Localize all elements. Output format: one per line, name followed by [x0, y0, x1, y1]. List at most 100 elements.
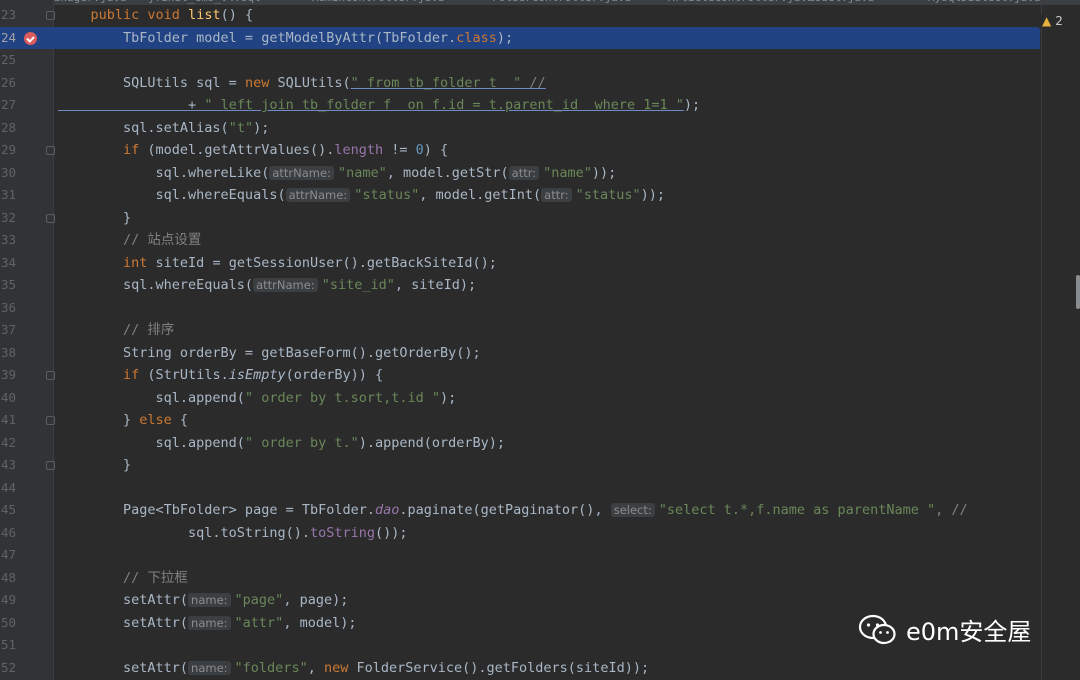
warning-count: 2	[1055, 14, 1063, 28]
parameter-hint: name:	[188, 593, 231, 607]
code-token: "page"	[234, 592, 284, 608]
code-line[interactable]: 40 sql.append(" order by t.sort,t.id ");	[0, 387, 1040, 410]
code-line[interactable]: 33 // 站点设置	[0, 229, 1040, 252]
code-text[interactable]: } else {	[58, 409, 188, 432]
code-token: if	[123, 367, 148, 383]
code-text[interactable]: setAttr(name: "page", page);	[58, 589, 348, 612]
code-token: class	[456, 29, 497, 46]
code-token: ) {	[423, 142, 449, 158]
code-line[interactable]: 26 SQLUtils sql = new SQLUtils(" from tb…	[0, 72, 1040, 95]
code-text[interactable]: SQLUtils sql = new SQLUtils(" from tb_fo…	[58, 72, 546, 95]
code-line[interactable]: 45 Page<TbFolder> page = TbFolder.dao.pa…	[0, 499, 1040, 522]
code-token: length	[334, 142, 384, 158]
fold-marker-icon[interactable]	[46, 416, 55, 425]
code-text[interactable]: public void list() {	[58, 4, 254, 27]
code-line[interactable]: 35 sql.whereEquals(attrName: "site_id", s…	[0, 274, 1040, 297]
code-line[interactable]: 49 setAttr(name: "page", page);	[0, 589, 1040, 612]
inspection-widget[interactable]: ▲ 2	[1038, 14, 1067, 28]
code-token: (model.getAttrValues().	[147, 142, 335, 158]
code-line[interactable]: 52 setAttr(name: "folders", new FolderSer…	[0, 657, 1040, 680]
code-text[interactable]: sql.toString().toString());	[58, 522, 407, 545]
code-line[interactable]: 36	[0, 297, 1040, 320]
code-text[interactable]: }	[58, 207, 131, 230]
code-token: !=	[383, 142, 416, 158]
line-number: 45	[0, 502, 16, 517]
code-line[interactable]: 41 } else {	[0, 409, 1040, 432]
code-token: () {	[220, 7, 254, 23]
code-line[interactable]: 38 String orderBy = getBaseForm().getOrd…	[0, 342, 1040, 365]
line-number: 50	[0, 614, 16, 630]
fold-marker-icon[interactable]	[46, 11, 55, 20]
code-token: sql.whereLike(	[58, 164, 270, 181]
line-number: 28	[0, 119, 16, 135]
code-text[interactable]: sql.whereEquals(attrName: "status", model…	[58, 184, 666, 207]
code-text[interactable]: setAttr(name: "attr", model);	[58, 612, 356, 635]
fold-marker-icon[interactable]	[46, 371, 55, 380]
fold-marker-icon[interactable]	[46, 461, 55, 470]
code-text[interactable]: int siteId = getSessionUser().getBackSit…	[58, 252, 497, 275]
line-number: 42	[0, 434, 16, 450]
code-text[interactable]: sql.whereEquals(attrName: "site_id", site…	[58, 274, 476, 297]
line-number: 48	[0, 569, 16, 585]
code-line[interactable]: 32 }	[0, 207, 1040, 230]
code-text[interactable]: }	[58, 454, 131, 477]
code-line[interactable]: 43 }	[0, 454, 1040, 477]
line-number: 41	[0, 412, 16, 427]
code-text[interactable]: sql.append(" order by t.").append(orderB…	[58, 432, 506, 455]
code-line[interactable]: 31 sql.whereEquals(attrName: "status", mo…	[0, 184, 1040, 207]
code-text[interactable]: String orderBy = getBaseForm().getOrderB…	[58, 342, 481, 365]
code-line[interactable]: 25	[0, 49, 1040, 72]
code-line[interactable]: 24 TbFolder model = getModelByAttr(TbFol…	[0, 26, 1040, 50]
breakpoint-icon[interactable]	[24, 31, 37, 45]
code-text[interactable]: // 下拉框	[58, 567, 188, 590]
code-line[interactable]: 42 sql.append(" order by t.").append(ord…	[0, 432, 1040, 455]
line-number: 24	[0, 29, 16, 45]
code-token: "t"	[228, 119, 254, 136]
code-token: "site_id"	[321, 277, 395, 293]
code-line[interactable]: 46 sql.toString().toString());	[0, 522, 1040, 545]
code-text[interactable]: TbFolder model = getModelByAttr(TbFolder…	[58, 27, 513, 50]
code-text[interactable]: // 站点设置	[58, 229, 201, 252]
code-line[interactable]: 34 int siteId = getSessionUser().getBack…	[0, 252, 1040, 275]
scrollbar-thumb[interactable]	[1076, 275, 1080, 309]
code-text[interactable]: Page<TbFolder> page = TbFolder.dao.pagin…	[58, 499, 968, 522]
code-line[interactable]: 47	[0, 544, 1040, 567]
line-number: 33	[0, 232, 16, 247]
code-line[interactable]: 44	[0, 477, 1040, 500]
code-line[interactable]: 39 if (StrUtils.isEmpty(orderBy)) {	[0, 364, 1040, 387]
code-text[interactable]: // 排序	[58, 319, 174, 342]
code-token: sql.setAlias(	[58, 119, 229, 136]
code-line[interactable]: 23 public void list() {	[0, 4, 1040, 27]
code-token: " order by t.sort,t.id "	[244, 389, 441, 406]
code-text[interactable]: setAttr(name: "folders", new FolderServic…	[58, 657, 649, 680]
code-text[interactable]: if (StrUtils.isEmpty(orderBy)) {	[58, 364, 383, 387]
code-line[interactable]: 28 sql.setAlias("t");	[0, 117, 1040, 140]
line-number: 35	[0, 277, 16, 292]
code-text[interactable]: + " left join tb_folder f on f.id = t.pa…	[58, 94, 700, 117]
code-text[interactable]: sql.whereLike(attrName: "name", model.get…	[58, 162, 617, 185]
code-token: }	[58, 457, 132, 473]
code-text[interactable]: if (model.getAttrValues().length != 0) {	[58, 139, 448, 162]
code-line[interactable]: 27 + " left join tb_folder f on f.id = t…	[0, 94, 1040, 117]
fold-marker-icon[interactable]	[46, 213, 55, 223]
code-line[interactable]: 37 // 排序	[0, 319, 1040, 342]
code-token: sql.whereEquals(	[58, 277, 254, 293]
code-text[interactable]: sql.append(" order by t.sort,t.id ");	[58, 387, 457, 410]
code-token: }	[58, 412, 140, 428]
right-margin-guide	[1041, 0, 1042, 680]
parameter-hint: attr:	[508, 165, 540, 180]
parameter-hint: attr:	[541, 188, 572, 202]
line-number: 27	[0, 97, 16, 112]
code-line[interactable]: 30 sql.whereLike(attrName: "name", model.…	[0, 162, 1040, 185]
code-token: int	[123, 254, 156, 271]
code-token: "folders"	[234, 659, 308, 676]
code-line[interactable]: 29 if (model.getAttrValues().length != 0…	[0, 139, 1040, 162]
code-text[interactable]: sql.setAlias("t");	[58, 117, 269, 140]
code-token: 0	[415, 142, 424, 158]
code-token: SQLUtils(	[277, 74, 351, 91]
fold-marker-icon[interactable]	[46, 146, 55, 155]
code-token: void	[147, 7, 189, 23]
code-line[interactable]: 48 // 下拉框	[0, 567, 1040, 590]
code-token: setAttr(	[58, 614, 189, 631]
